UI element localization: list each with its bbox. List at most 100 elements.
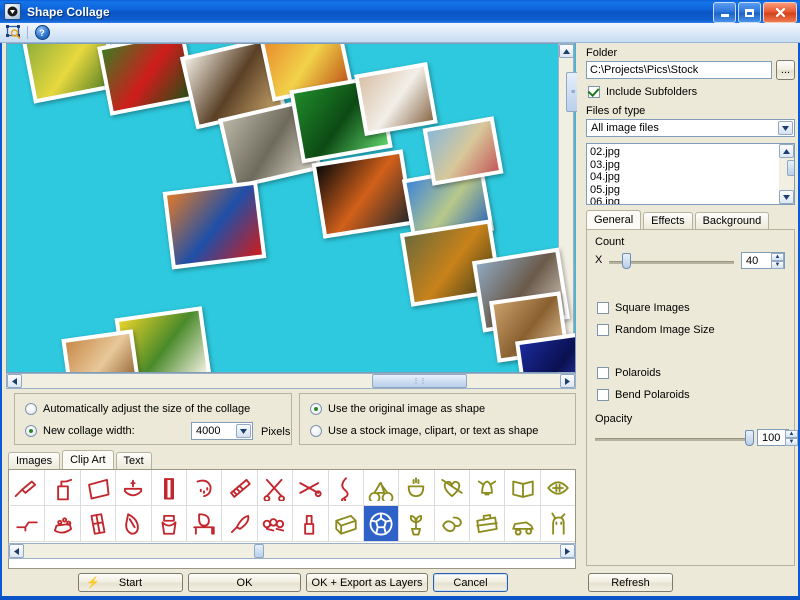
horizontal-scroll-track[interactable]: ⋮⋮ bbox=[22, 374, 560, 388]
close-button[interactable] bbox=[763, 2, 797, 23]
clipart-cell[interactable] bbox=[470, 506, 506, 542]
bend-polaroids-option[interactable]: Bend Polaroids bbox=[597, 389, 690, 401]
clipart-cell[interactable] bbox=[151, 506, 187, 542]
spinner-down-icon[interactable]: ▼ bbox=[771, 261, 784, 269]
spinner-up-icon[interactable]: ▲ bbox=[785, 430, 798, 438]
file-list-scrollbar[interactable] bbox=[779, 144, 794, 204]
tab-background[interactable]: Background bbox=[694, 212, 770, 229]
minimize-button[interactable] bbox=[713, 2, 736, 23]
opacity-spinner[interactable]: 100 ▲ ▼ bbox=[757, 429, 798, 446]
file-list-item[interactable]: 06.jpg bbox=[590, 196, 794, 204]
polaroids-checkbox[interactable] bbox=[597, 367, 609, 379]
clipart-cell[interactable] bbox=[505, 506, 541, 542]
collage-photo[interactable] bbox=[97, 44, 197, 116]
clipart-cell[interactable] bbox=[186, 506, 223, 542]
file-list-item[interactable]: 05.jpg bbox=[590, 184, 794, 197]
collage-photo[interactable] bbox=[354, 62, 438, 136]
clipart-cell[interactable] bbox=[293, 506, 329, 542]
collage-photo[interactable] bbox=[422, 116, 504, 186]
clipart-cell[interactable] bbox=[222, 470, 258, 506]
clipart-grid[interactable] bbox=[10, 470, 575, 542]
auto-size-option[interactable]: Automatically adjust the size of the col… bbox=[25, 403, 250, 415]
file-list-scroll-thumb[interactable] bbox=[786, 160, 794, 176]
clipart-cell[interactable] bbox=[80, 506, 117, 542]
ok-export-layers-button[interactable]: OK + Export as Layers bbox=[306, 573, 428, 592]
original-image-shape-option[interactable]: Use the original image as shape bbox=[310, 403, 485, 415]
folder-path-input[interactable]: C:\Projects\Pics\Stock bbox=[586, 61, 772, 79]
file-list-scroll-down[interactable] bbox=[779, 190, 794, 204]
horizontal-scroll-thumb[interactable]: ⋮⋮ bbox=[372, 374, 467, 388]
clipart-scroll-left-button[interactable] bbox=[9, 544, 24, 558]
clipart-cell[interactable] bbox=[540, 470, 575, 506]
clipart-cell[interactable] bbox=[470, 470, 506, 506]
clipart-cell[interactable] bbox=[434, 470, 471, 506]
canvas-horizontal-scrollbar[interactable]: ⋮⋮ bbox=[6, 373, 576, 389]
bend-polaroids-checkbox[interactable] bbox=[597, 389, 609, 401]
clipart-scroll-thumb[interactable] bbox=[254, 544, 264, 558]
collage-width-combo[interactable]: 4000 bbox=[191, 422, 253, 440]
tab-effects[interactable]: Effects bbox=[643, 212, 693, 229]
clipart-cell[interactable] bbox=[505, 470, 541, 506]
file-listbox[interactable]: 02.jpg03.jpg04.jpg05.jpg06.jpg08.jpg bbox=[586, 143, 795, 205]
clipart-scroll-track[interactable] bbox=[24, 544, 560, 558]
file-list-scroll-up[interactable] bbox=[779, 144, 794, 158]
clipart-cell[interactable] bbox=[399, 506, 435, 542]
cancel-button[interactable]: Cancel bbox=[433, 573, 508, 592]
collage-photo[interactable] bbox=[162, 180, 267, 270]
clipart-cell[interactable] bbox=[363, 470, 400, 506]
maximize-button[interactable] bbox=[738, 2, 761, 23]
stock-shape-radio[interactable] bbox=[310, 425, 322, 437]
scroll-up-button[interactable] bbox=[558, 44, 574, 58]
clipart-horizontal-scrollbar[interactable] bbox=[8, 543, 576, 559]
file-list-item[interactable]: 03.jpg bbox=[590, 159, 794, 172]
browse-folder-button[interactable]: ... bbox=[776, 60, 795, 80]
auto-size-radio[interactable] bbox=[25, 403, 37, 415]
tab-clip-art[interactable]: Clip Art bbox=[62, 450, 114, 469]
scroll-left-button[interactable] bbox=[7, 374, 22, 388]
clipart-cell[interactable] bbox=[10, 506, 46, 542]
file-list-item[interactable]: 04.jpg bbox=[590, 171, 794, 184]
square-images-checkbox[interactable] bbox=[597, 302, 609, 314]
clipart-cell[interactable] bbox=[186, 470, 223, 506]
collage-photo[interactable] bbox=[61, 329, 141, 372]
file-list-items[interactable]: 02.jpg03.jpg04.jpg05.jpg06.jpg08.jpg bbox=[587, 144, 794, 204]
file-list-item[interactable]: 02.jpg bbox=[590, 146, 794, 159]
clipart-scroll-right-button[interactable] bbox=[560, 544, 575, 558]
square-images-option[interactable]: Square Images bbox=[597, 302, 690, 314]
chevron-down-icon[interactable] bbox=[778, 121, 793, 135]
opacity-spinner-buttons[interactable]: ▲ ▼ bbox=[785, 430, 798, 446]
files-of-type-combo[interactable]: All image files bbox=[586, 119, 795, 137]
start-button[interactable]: ⚡ Start bbox=[78, 573, 183, 592]
clipart-cell[interactable] bbox=[45, 506, 81, 542]
polaroids-option[interactable]: Polaroids bbox=[597, 367, 661, 379]
opacity-slider-thumb[interactable] bbox=[745, 430, 754, 446]
tab-text[interactable]: Text bbox=[115, 452, 152, 469]
ok-button[interactable]: OK bbox=[188, 573, 301, 592]
clipart-cell[interactable] bbox=[328, 506, 364, 542]
clipart-cell[interactable] bbox=[151, 470, 187, 506]
tab-images[interactable]: Images bbox=[8, 452, 61, 469]
spinner-up-icon[interactable]: ▲ bbox=[771, 253, 784, 261]
collage-photo[interactable] bbox=[311, 149, 415, 239]
tab-general[interactable]: General bbox=[586, 210, 642, 229]
clipart-cell[interactable] bbox=[328, 470, 364, 506]
include-subfolders-checkbox[interactable] bbox=[588, 86, 600, 98]
random-image-size-option[interactable]: Random Image Size bbox=[597, 324, 715, 336]
clipart-cell[interactable] bbox=[363, 506, 400, 542]
random-image-size-checkbox[interactable] bbox=[597, 324, 609, 336]
stock-shape-option[interactable]: Use a stock image, clipart, or text as s… bbox=[310, 425, 538, 437]
clipart-cell[interactable] bbox=[222, 506, 258, 542]
count-spinner[interactable]: 40 ▲ ▼ bbox=[741, 252, 785, 269]
clipart-cell[interactable] bbox=[399, 470, 435, 506]
collage-canvas[interactable] bbox=[6, 43, 576, 373]
select-region-button[interactable] bbox=[4, 24, 22, 41]
clipart-cell[interactable] bbox=[434, 506, 471, 542]
spinner-down-icon[interactable]: ▼ bbox=[785, 438, 798, 446]
chevron-down-icon[interactable] bbox=[236, 424, 251, 438]
clipart-cell[interactable] bbox=[293, 470, 329, 506]
clipart-cell[interactable] bbox=[80, 470, 117, 506]
scroll-right-button[interactable] bbox=[560, 374, 575, 388]
opacity-slider-track[interactable] bbox=[595, 438, 752, 441]
refresh-button[interactable]: Refresh bbox=[588, 573, 673, 592]
new-width-option[interactable]: New collage width: bbox=[25, 425, 135, 437]
